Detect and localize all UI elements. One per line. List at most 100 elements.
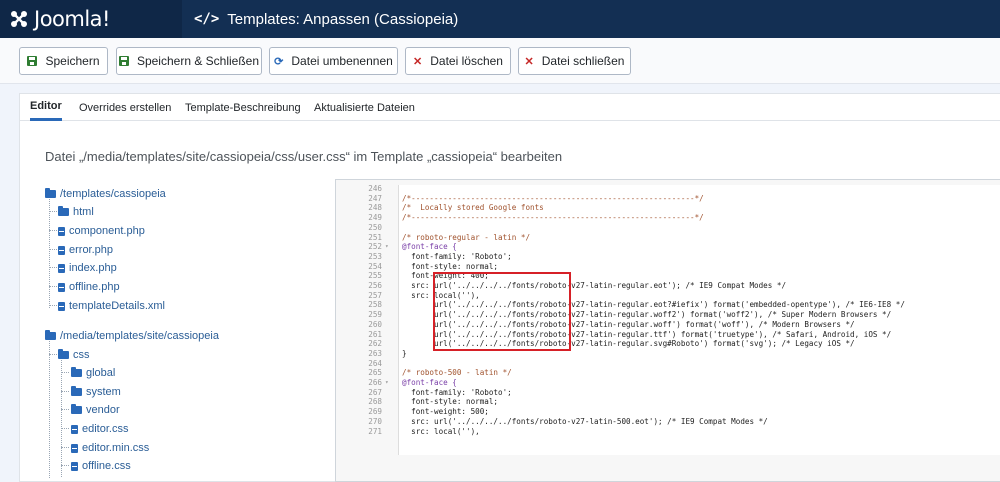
tab-template-description[interactable]: Template-Beschreibung [185, 94, 301, 121]
tab-editor[interactable]: Editor [30, 94, 62, 121]
code-line: 270 src: url('../../../../fonts/roboto-v… [361, 417, 1000, 427]
tree-item-label: global [86, 367, 116, 379]
tree-item-label: templateDetails.xml [69, 300, 165, 312]
tree-file-editor-css[interactable]: editor.css [71, 423, 128, 435]
tree-item-label: error.php [69, 244, 114, 256]
folder-icon [58, 206, 69, 216]
tab-bar: Editor Overrides erstellen Template-Besc… [20, 94, 1000, 121]
tree-item-label: offline.css [82, 460, 131, 472]
code-text: @font-face { [402, 242, 457, 252]
tree-guide-line [49, 338, 50, 478]
code-line: 266 ▾ @font-face { [361, 378, 1000, 388]
save-button[interactable]: Speichern [19, 47, 108, 75]
tree-connector [61, 447, 69, 448]
code-text: /* roboto-500 - latin */ [402, 368, 512, 378]
line-number: 258 [368, 300, 382, 310]
tab-overrides[interactable]: Overrides erstellen [79, 94, 171, 121]
tree-guide-line [61, 357, 62, 477]
code-line: 250 [361, 223, 1000, 233]
tree-connector [49, 249, 57, 250]
tree-file-error-php[interactable]: error.php [58, 244, 113, 256]
code-text: /* roboto-regular - latin */ [402, 232, 531, 242]
tree-item-label: system [86, 386, 121, 398]
code-line: 248 /* Locally stored Google fonts [361, 203, 1000, 213]
tree-folder-global[interactable]: global [71, 367, 115, 379]
tree-folder-css[interactable]: css [58, 349, 90, 361]
code-icon: </> [194, 11, 220, 27]
fold-toggle-icon[interactable]: ▾ [385, 242, 389, 252]
line-number: 261 [368, 329, 382, 339]
joomla-logo[interactable]: Joomla! [0, 0, 182, 38]
code-text: font-weight: 500; [402, 407, 489, 417]
tree-item-label: /media/templates/site/cassiopeia [60, 330, 219, 342]
line-number: 263 [368, 348, 382, 358]
tree-connector [49, 286, 57, 287]
tree-folder-vendor[interactable]: vendor [71, 404, 120, 416]
line-number: 257 [368, 290, 382, 300]
file-icon [58, 226, 65, 236]
tree-connector [61, 465, 69, 466]
code-line: 254 font-style: normal; [361, 262, 1000, 272]
line-number: 267 [368, 387, 382, 397]
toolbar: Speichern Speichern & Schließen ⟳ Datei … [0, 38, 1000, 84]
close-file-button[interactable]: ✕ Datei schließen [518, 47, 631, 75]
line-number: 253 [368, 251, 382, 261]
tree-file-offline-css[interactable]: offline.css [71, 460, 131, 472]
close-icon: ✕ [413, 55, 423, 68]
top-bar: Joomla! </> Templates: Anpassen (Cassiop… [0, 0, 1000, 38]
tree-folder-media-cassiopeia[interactable]: /media/templates/site/cassiopeia [45, 330, 219, 342]
code-line: 267 font-family: 'Roboto'; [361, 388, 1000, 398]
save-button-label: Speichern [45, 54, 100, 68]
close-icon: ✕ [524, 55, 534, 68]
code-text: src: local(''), [402, 426, 480, 436]
delete-file-button[interactable]: ✕ Datei löschen [405, 47, 511, 75]
tree-folder-system[interactable]: system [71, 386, 121, 398]
code-line: 246 [361, 185, 1000, 194]
tree-file-offline-php[interactable]: offline.php [58, 281, 120, 293]
line-number: 254 [368, 261, 382, 271]
tree-file-editor-min-css[interactable]: editor.min.css [71, 442, 149, 454]
folder-icon [45, 188, 56, 198]
tree-connector [61, 409, 69, 410]
fold-toggle-icon[interactable]: ▾ [385, 378, 389, 388]
sync-icon: ⟳ [274, 55, 284, 68]
highlight-annotation-box [433, 272, 571, 351]
tree-connector [49, 305, 57, 306]
tree-folder-html[interactable]: html [58, 206, 94, 218]
code-text: font-family: 'Roboto'; [402, 387, 512, 397]
code-line: 268 font-style: normal; [361, 397, 1000, 407]
tree-folder-templates-cassiopeia[interactable]: /templates/cassiopeia [45, 188, 166, 200]
file-icon [71, 424, 78, 434]
code-editor[interactable]: 246 247 /*--------------------------------… [335, 179, 1000, 482]
folder-icon [71, 386, 82, 396]
code-text: /* Locally stored Google fonts [402, 203, 544, 213]
folder-icon [71, 367, 82, 377]
tree-connector [49, 211, 57, 212]
code-line: 253 font-family: 'Roboto'; [361, 252, 1000, 262]
file-icon [58, 263, 65, 273]
line-number: 249 [368, 213, 382, 223]
tree-item-label: editor.css [82, 423, 129, 435]
tree-file-component-php[interactable]: component.php [58, 225, 145, 237]
tree-connector [61, 391, 69, 392]
rename-file-button[interactable]: ⟳ Datei umbenennen [269, 47, 398, 75]
code-text: @font-face { [402, 378, 457, 387]
code-line: 252 ▾ @font-face { [361, 242, 1000, 252]
tree-file-templatedetails-xml[interactable]: templateDetails.xml [58, 300, 165, 312]
line-number: 251 [368, 232, 382, 242]
line-number: 260 [368, 319, 382, 329]
line-number: 262 [368, 339, 382, 349]
save-and-close-button[interactable]: Speichern & Schließen [116, 47, 262, 75]
line-number: 247 [368, 193, 382, 203]
line-number: 265 [368, 368, 382, 378]
tree-file-index-php[interactable]: index.php [58, 262, 117, 274]
code-line: 271 src: local(''), [361, 427, 1000, 437]
line-number: 259 [368, 310, 382, 320]
tree-connector [61, 428, 69, 429]
code-text: src: url('../../../../fonts/roboto-v27-l… [402, 416, 768, 426]
tab-updated-files[interactable]: Aktualisierte Dateien [314, 94, 415, 121]
code-line: 249 /*-----------------------------------… [361, 213, 1000, 223]
file-icon [58, 245, 65, 255]
folder-icon [45, 330, 56, 340]
file-icon [58, 301, 65, 311]
